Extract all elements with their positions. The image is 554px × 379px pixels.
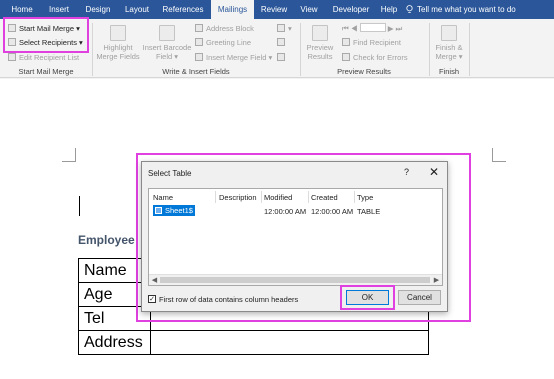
cancel-button[interactable]: Cancel xyxy=(398,290,441,305)
greeting-icon xyxy=(195,38,203,46)
insert-merge-field-button[interactable]: Insert Merge Field ▾ xyxy=(195,52,272,63)
rules-button[interactable]: ▾ xyxy=(277,23,292,34)
check-errors-button[interactable]: Check for Errors xyxy=(342,52,408,63)
table-icon xyxy=(155,207,162,214)
highlight-icon xyxy=(110,25,126,41)
ribbon-divider xyxy=(429,23,430,76)
tab-developer[interactable]: Developer xyxy=(328,0,374,19)
highlight-box-recipients xyxy=(3,17,89,53)
cell-created: 12:00:00 AM xyxy=(311,207,354,216)
record-navigator[interactable]: ⏮ ◀ ▶ ⏭ xyxy=(342,23,402,34)
match-fields-button[interactable] xyxy=(277,37,288,48)
tab-layout[interactable]: Layout xyxy=(120,0,154,19)
text-cursor xyxy=(79,196,80,216)
finish-icon xyxy=(441,25,457,41)
margin-corner-right xyxy=(492,148,506,162)
find-recipient-button[interactable]: Find Recipient xyxy=(342,37,401,48)
column-divider xyxy=(308,191,309,203)
table-row-sheet1[interactable]: Sheet1$ xyxy=(153,205,195,216)
help-button[interactable]: ? xyxy=(404,167,409,177)
ribbon-divider xyxy=(300,23,301,76)
table-list[interactable]: Name Description Modified Created Type S… xyxy=(148,188,443,286)
ribbon-divider xyxy=(92,23,93,76)
column-header-type[interactable]: Type xyxy=(357,193,373,202)
tab-mailings[interactable]: Mailings xyxy=(211,0,254,19)
ribbon-divider xyxy=(469,23,470,76)
check-errors-icon xyxy=(342,53,350,61)
update-labels-button[interactable] xyxy=(277,52,288,63)
preview-icon xyxy=(312,25,328,41)
match-fields-icon xyxy=(277,38,285,46)
column-divider xyxy=(261,191,262,203)
table-row: Address xyxy=(78,330,429,355)
group-label-preview: Preview Results xyxy=(337,67,391,76)
group-label-start: Start Mail Merge xyxy=(18,67,74,76)
document-heading: Employee xyxy=(78,233,135,247)
greeting-line-button[interactable]: Greeting Line xyxy=(195,37,251,48)
find-icon xyxy=(342,38,350,46)
finish-merge-button[interactable]: Finish & Merge ▾ xyxy=(431,25,467,61)
update-labels-icon xyxy=(277,53,285,61)
tab-references[interactable]: References xyxy=(158,0,208,19)
edit-recipient-list-button[interactable]: Edit Recipient List xyxy=(8,52,79,63)
group-label-finish: Finish xyxy=(438,67,459,76)
column-divider xyxy=(215,191,216,203)
first-row-headers-label: First row of data contains column header… xyxy=(159,295,299,304)
cell-modified: 12:00:00 AM xyxy=(264,207,307,216)
barcode-icon xyxy=(159,25,175,41)
table-cell-label[interactable]: Address xyxy=(78,330,151,355)
scrollbar-thumb[interactable] xyxy=(160,277,430,283)
cell-type: TABLE xyxy=(357,207,381,216)
horizontal-scrollbar[interactable]: ◀ ▶ xyxy=(149,274,442,285)
first-row-headers-checkbox[interactable]: ✓ xyxy=(148,295,156,303)
highlight-merge-fields-button[interactable]: Highlight Merge Fields xyxy=(96,25,140,61)
tell-me-search[interactable]: Tell me what you want to do xyxy=(417,0,516,19)
column-header-modified[interactable]: Modified xyxy=(264,193,292,202)
column-header-created[interactable]: Created xyxy=(311,193,338,202)
close-icon[interactable]: ✕ xyxy=(429,165,439,179)
address-block-button[interactable]: Address Block xyxy=(195,23,254,34)
tab-view[interactable]: View xyxy=(295,0,323,19)
group-label-write: Write & Insert Fields xyxy=(162,67,230,76)
tab-help[interactable]: Help xyxy=(378,0,400,19)
table-cell-value[interactable] xyxy=(150,330,429,355)
edit-list-icon xyxy=(8,53,16,61)
select-table-dialog: Select Table ? ✕ Name Description Modifi… xyxy=(141,161,448,312)
merge-field-icon xyxy=(195,53,203,61)
lightbulb-icon xyxy=(406,5,413,13)
column-divider xyxy=(354,191,355,203)
dialog-title: Select Table xyxy=(148,169,192,178)
preview-results-button[interactable]: Preview Results xyxy=(303,25,337,61)
margin-corner-left xyxy=(62,148,76,162)
scroll-right-icon[interactable]: ▶ xyxy=(431,275,442,286)
tab-review[interactable]: Review xyxy=(257,0,291,19)
scroll-left-icon[interactable]: ◀ xyxy=(149,275,160,286)
insert-barcode-field-button[interactable]: Insert Barcode Field ▾ xyxy=(141,25,193,61)
address-icon xyxy=(195,24,203,32)
rules-icon xyxy=(277,24,285,32)
column-header-name[interactable]: Name xyxy=(153,193,173,202)
highlight-box-ok xyxy=(340,285,395,310)
column-header-description[interactable]: Description xyxy=(219,193,257,202)
